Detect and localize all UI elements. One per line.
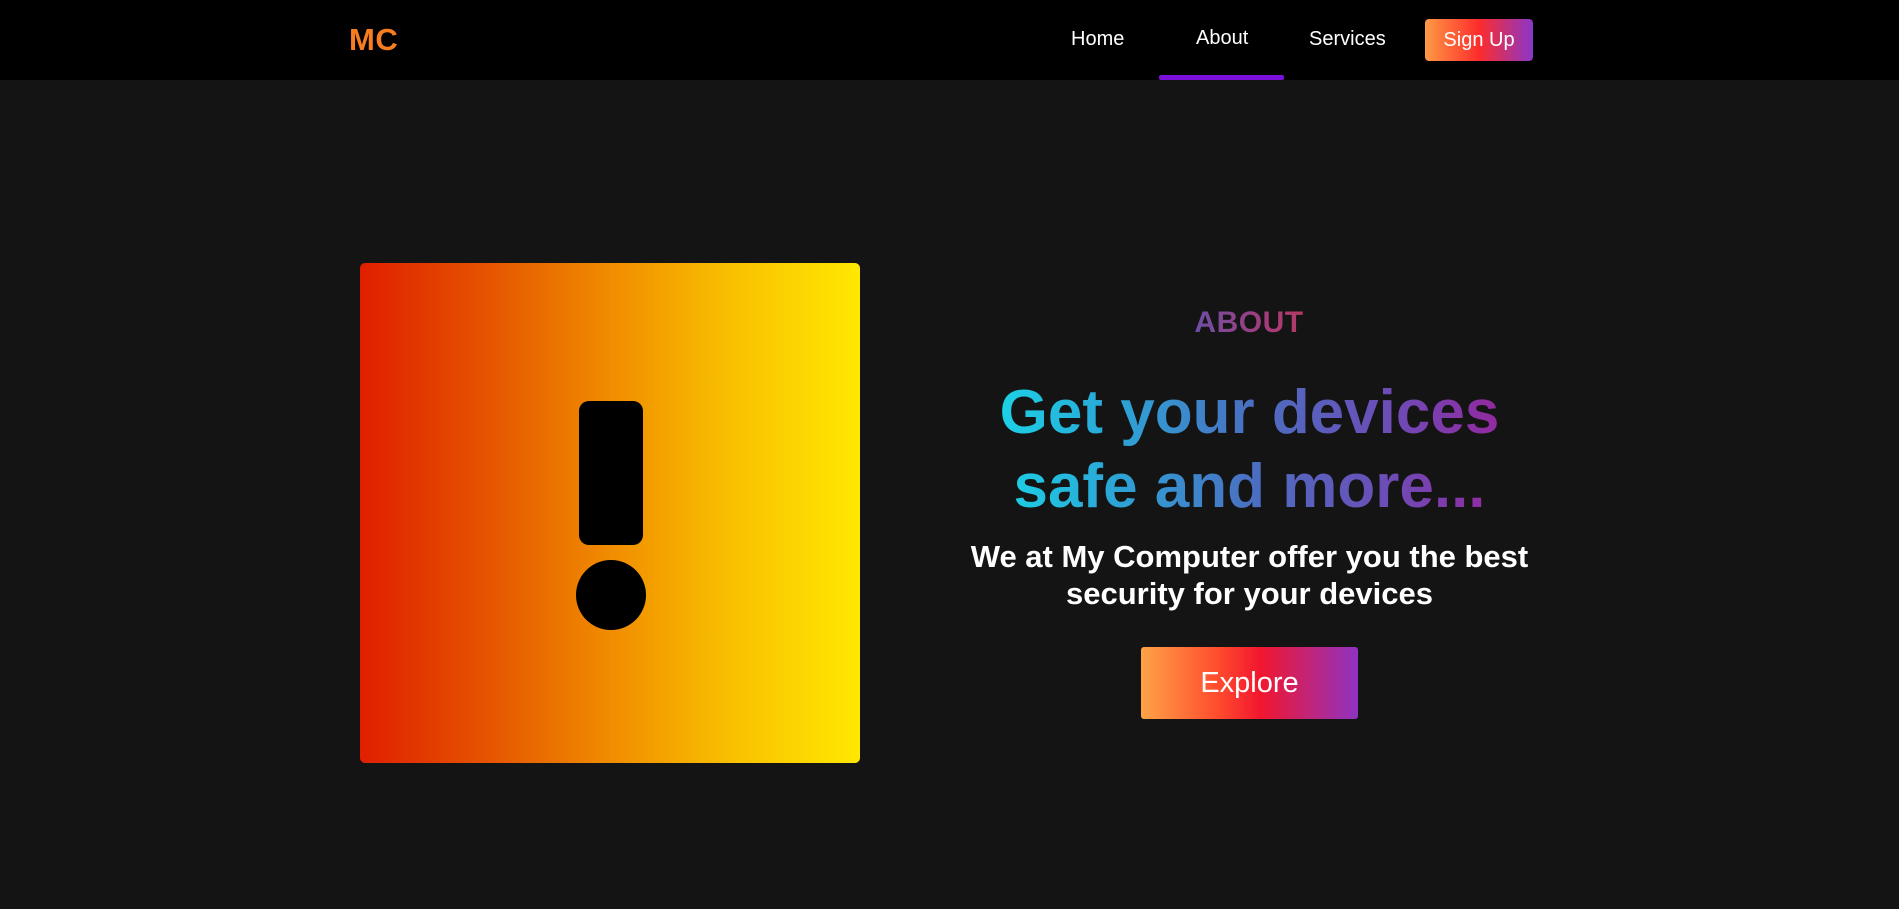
logo[interactable]: MC [349,22,398,58]
sign-up-button[interactable]: Sign Up [1425,19,1533,61]
exclamation-icon [576,401,646,630]
hero-subtext: We at My Computer offer you the best sec… [970,539,1529,611]
nav-link-home[interactable]: Home [1071,28,1124,51]
hero-headline: Get your devices safe and more... [960,376,1539,524]
nav-link-services[interactable]: Services [1309,28,1386,51]
navbar: MC Home About Services Sign Up [0,0,1899,80]
active-nav-indicator [1159,75,1284,80]
section-eyebrow: ABOUT [1149,306,1349,340]
warning-card [360,263,860,763]
explore-button[interactable]: Explore [1141,647,1358,719]
nav-link-about[interactable]: About [1196,27,1248,50]
